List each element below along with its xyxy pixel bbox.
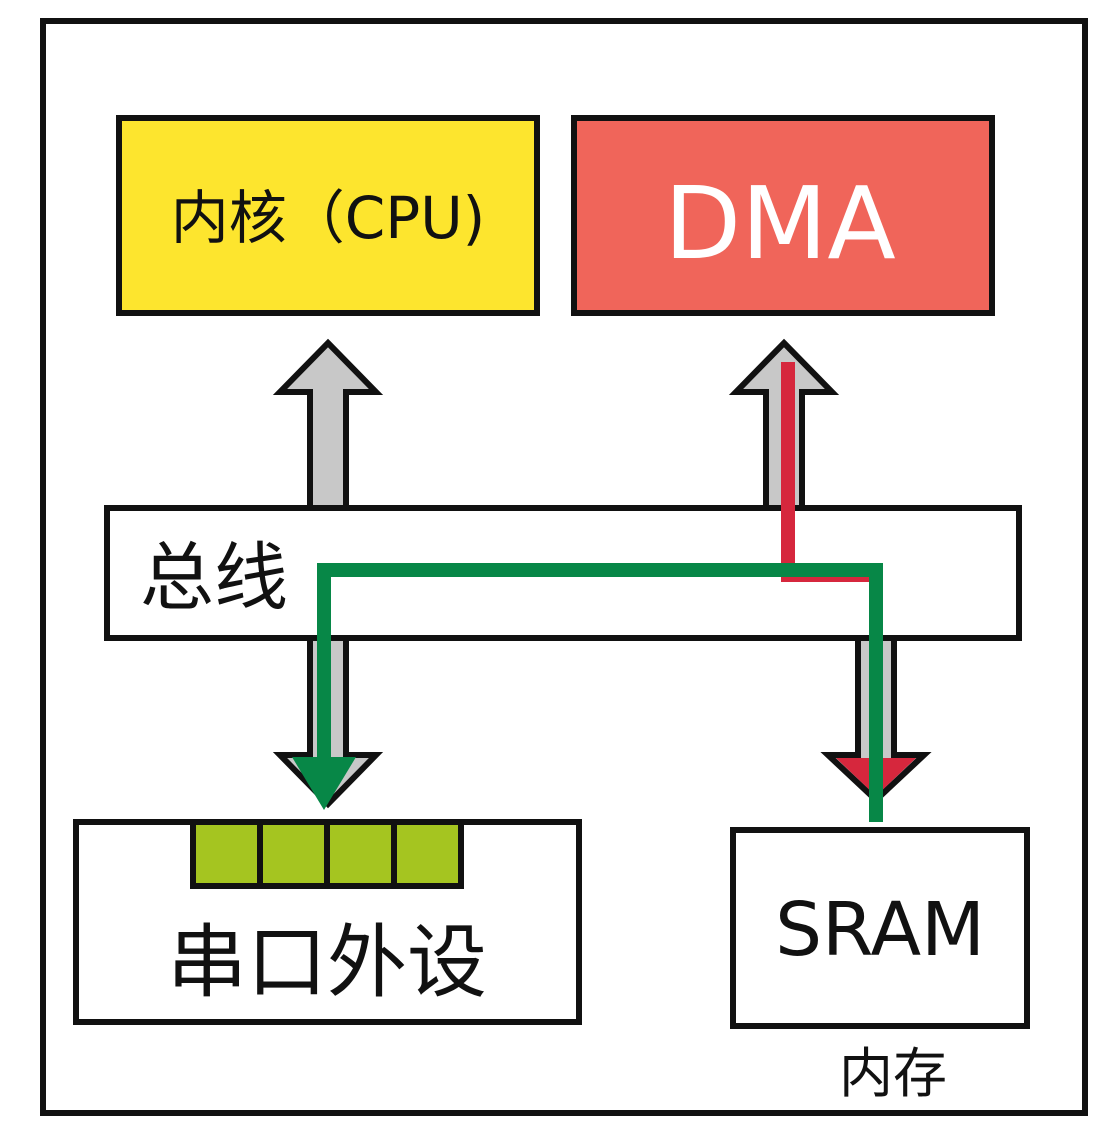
sram-caption: 内存: [839, 1042, 947, 1105]
bus-label: 总线: [140, 535, 288, 621]
sram-label: SRAM: [775, 887, 985, 973]
peripheral-label: 串口外设: [167, 916, 487, 1009]
dma-label: DMA: [664, 165, 896, 282]
peripheral-buffer: [190, 819, 464, 889]
cpu-label: 内核（CPU): [171, 184, 486, 252]
dma-diagram: 内核（CPU) DMA 总线 串口外设 SRAM 内存: [40, 18, 1088, 1116]
